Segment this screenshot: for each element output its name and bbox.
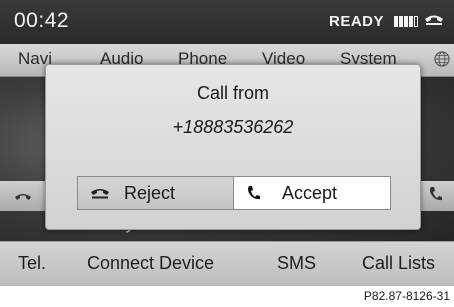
- call-lists-button[interactable]: Call Lists: [362, 253, 435, 274]
- incoming-call-dialog: Call from +18883536262 Reject Accept: [45, 64, 421, 230]
- ready-status: READY: [328, 12, 384, 30]
- sms-button[interactable]: SMS: [277, 253, 316, 274]
- figure-reference-code: P82.87-8126-31: [363, 289, 450, 303]
- signal-bars-icon: [394, 15, 418, 27]
- clock: 00:42: [14, 9, 70, 32]
- hang-up-icon: [90, 187, 110, 199]
- globe-icon[interactable]: [434, 51, 450, 67]
- reject-label: Reject: [124, 182, 176, 203]
- tel-button[interactable]: Tel.: [18, 253, 46, 274]
- phone-function-bar: Tel. Connect Device SMS Call Lists: [0, 241, 454, 286]
- hang-up-icon[interactable]: [14, 189, 32, 207]
- accept-button[interactable]: Accept: [234, 177, 390, 209]
- call-action-buttons: Reject Accept: [77, 176, 391, 210]
- handset-icon[interactable]: [428, 185, 444, 208]
- reject-button[interactable]: Reject: [78, 177, 234, 209]
- head-unit-screen: 00:42 READY Navi Audio Phone Video Syste…: [0, 0, 454, 286]
- connect-device-button[interactable]: Connect Device: [87, 253, 214, 274]
- status-bar: 00:42 READY: [0, 0, 454, 44]
- accept-label: Accept: [282, 182, 338, 203]
- handset-icon: [246, 184, 262, 202]
- dialog-title: Call from: [196, 83, 269, 103]
- status-indicators: READY: [329, 12, 444, 30]
- caller-number: +18883536262: [172, 117, 294, 137]
- handset-icon: [424, 12, 444, 30]
